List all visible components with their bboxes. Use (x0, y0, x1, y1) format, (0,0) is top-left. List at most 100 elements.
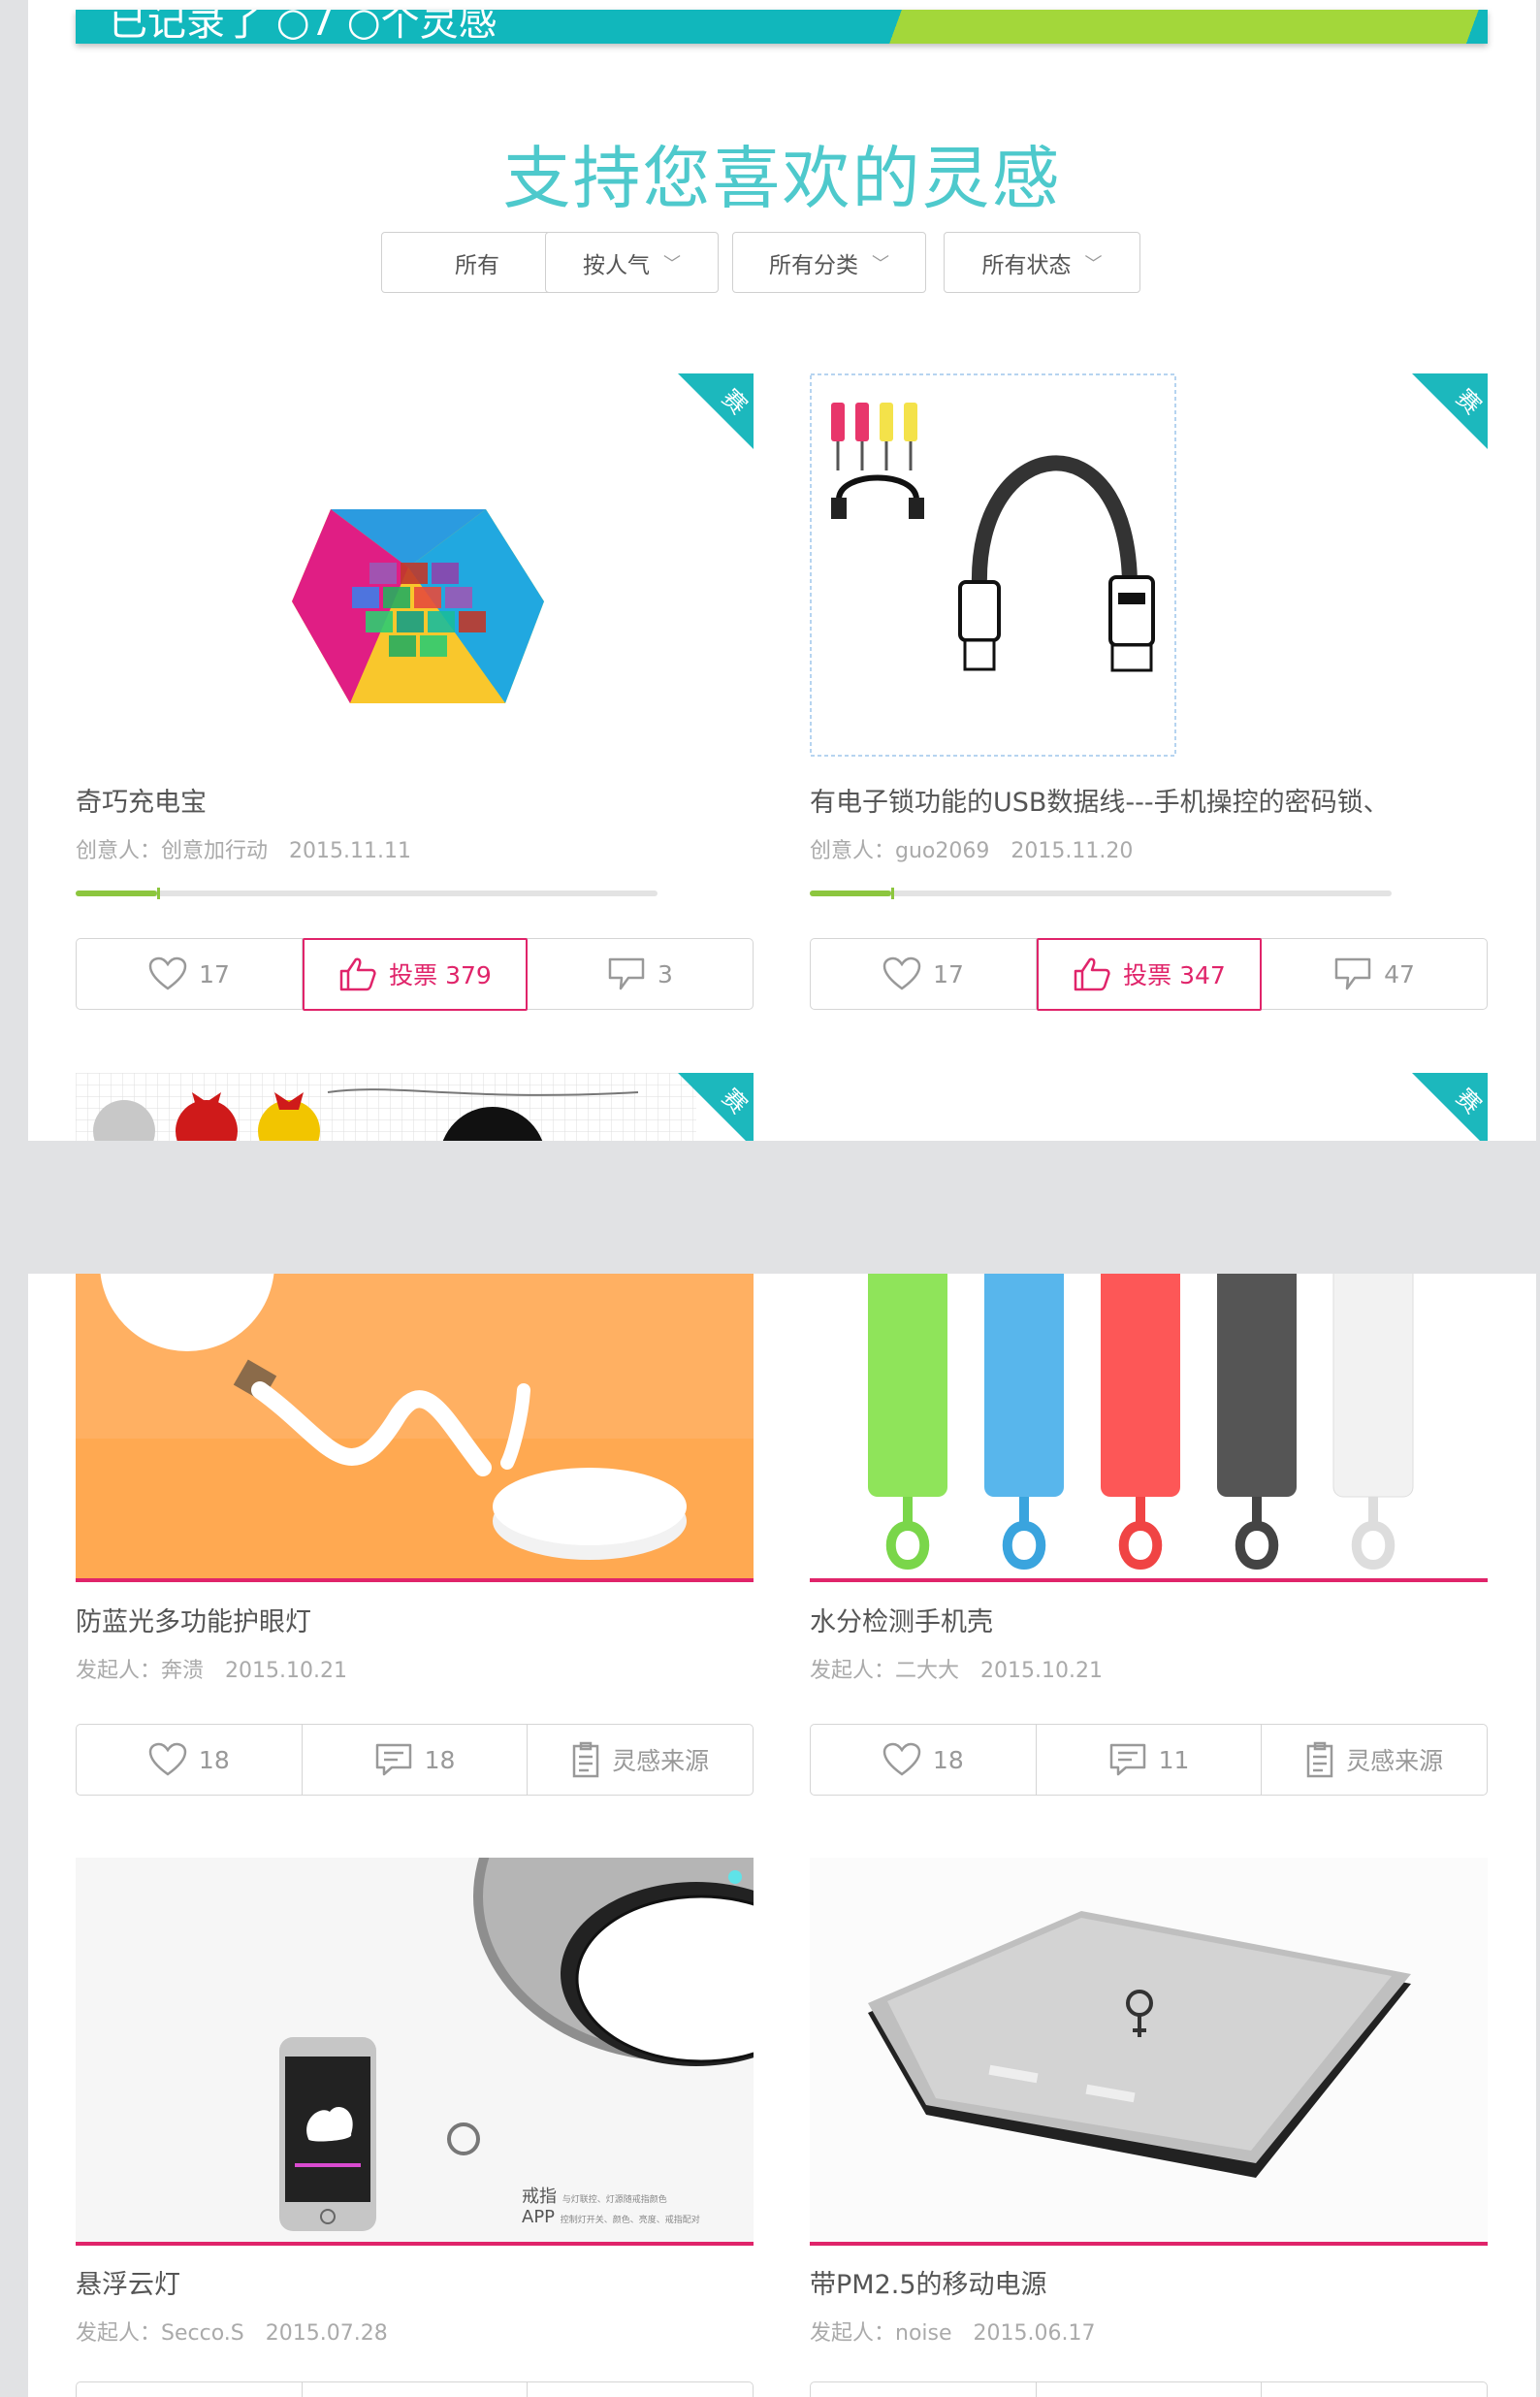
product-image[interactable]: 赛 (810, 1073, 1488, 1141)
card-title[interactable]: 水分检测手机壳 (810, 1601, 993, 1638)
card-title[interactable]: 奇巧充电宝 (76, 781, 207, 819)
clipboard-icon (1306, 1741, 1333, 1778)
badge-label: 赛 (1450, 383, 1487, 420)
pm25-powerbank-illustration (810, 1858, 1488, 2246)
filter-label: 所有 (455, 252, 499, 278)
card-divider (76, 1578, 754, 1582)
card-meta: 发起人：Secco.S 2015.07.28 (76, 2321, 388, 2346)
comment-button[interactable]: 47 (1262, 939, 1487, 1009)
product-image[interactable]: 戒指 与灯联控、灯源随戒指颜色 APP 控制灯开关、颜色、亮度、戒指配对 (76, 1858, 754, 2246)
comment-button[interactable]: 18 (303, 1725, 529, 1795)
comment-count: 47 (1384, 959, 1415, 988)
eye-lamp-illustration (76, 1274, 754, 1582)
card-action-bar: 17 投票 379 3 (76, 937, 754, 1011)
card-meta: 创意人：创意加行动 2015.11.11 (76, 839, 411, 863)
phone-cases-illustration (868, 1274, 1414, 1571)
card-meta: 发起人：二大大 2015.10.21 (810, 1659, 1103, 1683)
thumbs-up-icon (1074, 957, 1110, 991)
vote-button[interactable]: 投票 379 (303, 937, 528, 1011)
filter-popularity-dropdown[interactable]: 按人气 ﹀ (545, 232, 719, 293)
progress-knob (891, 888, 894, 899)
vote-label: 投票 379 (389, 961, 492, 989)
comment-icon (1109, 1743, 1145, 1776)
card-title[interactable]: 带PM2.5的移动电源 (810, 2263, 1047, 2301)
filter-status-dropdown[interactable]: 所有状态 ﹀ (944, 232, 1140, 293)
product-image[interactable]: 赛 (76, 373, 754, 757)
like-count: 18 (198, 1745, 230, 1774)
card-action-bar (76, 2381, 754, 2397)
idea-list-panel: 防蓝光多功能护眼灯 发起人：奔溃 2015.10.21 18 18 灵感来源 水… (28, 1274, 1536, 2397)
comment-count: 11 (1158, 1745, 1190, 1774)
badge-label: 赛 (716, 1083, 753, 1119)
usb-cable-illustration (810, 373, 1176, 757)
comment-count: 3 (658, 959, 673, 988)
product-image[interactable] (76, 1274, 754, 1582)
product-image[interactable]: 赛 (76, 1073, 754, 1141)
card-meta: 发起人：奔溃 2015.10.21 (76, 1659, 347, 1683)
source-button[interactable] (1262, 2382, 1487, 2397)
heart-icon (148, 956, 187, 990)
ring-caption-line1: 戒指 与灯联控、灯源随戒指颜色 (522, 2186, 667, 2207)
source-button[interactable]: 灵感来源 (1262, 1725, 1487, 1795)
badge-label: 赛 (716, 383, 753, 420)
comment-button[interactable]: 3 (528, 939, 753, 1009)
progress-knob (157, 888, 160, 899)
card-meta: 发起人：noise 2015.06.17 (810, 2321, 1096, 2346)
chevron-down-icon: ﹀ (663, 253, 681, 275)
card-divider (810, 1578, 1488, 1582)
card-divider (810, 2242, 1488, 2246)
contest-badge: 赛 (678, 1073, 754, 1141)
comment-count: 18 (424, 1745, 456, 1774)
like-button[interactable] (811, 2382, 1037, 2397)
like-count: 18 (932, 1745, 964, 1774)
source-label: 灵感来源 (612, 1747, 710, 1775)
ring-caption-line2: APP 控制灯开关、颜色、亮度、戒指配对 (522, 2207, 700, 2227)
bells-illustration (76, 1073, 696, 1141)
like-button[interactable] (77, 2382, 303, 2397)
filter-label: 按人气 (583, 252, 650, 278)
badge-label: 赛 (1450, 1083, 1487, 1119)
heart-icon (882, 956, 921, 990)
card-title[interactable]: 悬浮云灯 (76, 2263, 180, 2301)
vote-button[interactable]: 投票 347 (1037, 937, 1262, 1011)
product-image[interactable]: 赛 (810, 373, 1488, 757)
contest-badge: 赛 (678, 373, 754, 449)
card-meta: 创意人：guo2069 2015.11.20 (810, 839, 1134, 863)
vote-label: 投票 347 (1123, 961, 1226, 989)
chevron-down-icon: ﹀ (872, 253, 889, 275)
card-action-bar: 17 投票 347 47 (810, 937, 1488, 1011)
like-button[interactable]: 17 (811, 939, 1037, 1009)
comment-button[interactable] (1037, 2382, 1263, 2397)
record-count-banner: 已记录了 ○7 ○个灵感 (76, 10, 1488, 44)
rubik-powerbank-illustration (292, 509, 544, 703)
vote-progress-bar (810, 888, 1392, 899)
progress-fill (76, 891, 157, 896)
card-title[interactable]: 防蓝光多功能护眼灯 (76, 1601, 311, 1638)
filter-category-dropdown[interactable]: 所有分类 ﹀ (732, 232, 926, 293)
comment-button[interactable] (303, 2382, 529, 2397)
product-image[interactable] (810, 1858, 1488, 2246)
thumbs-up-icon (339, 957, 376, 991)
card-title[interactable]: 有电子锁功能的USB数据线---手机操控的密码锁、 (810, 781, 1390, 819)
chevron-down-icon: ﹀ (1084, 253, 1103, 275)
like-button[interactable]: 17 (77, 939, 303, 1009)
vote-progress-bar (76, 888, 658, 899)
card-action-bar (810, 2381, 1488, 2397)
dislike-comment-icon (608, 957, 645, 990)
like-button[interactable]: 18 (77, 1725, 303, 1795)
card-divider (76, 2242, 754, 2246)
like-button[interactable]: 18 (811, 1725, 1037, 1795)
clipboard-icon (572, 1741, 599, 1778)
product-image[interactable] (810, 1274, 1488, 1582)
inspiration-list-panel: 已记录了 ○7 ○个灵感 支持您喜欢的灵感 所有 按人气 ﹀ 所有分类 ﹀ 所有… (28, 0, 1536, 1141)
source-label: 灵感来源 (1346, 1747, 1444, 1775)
source-button[interactable] (528, 2382, 753, 2397)
heart-icon (148, 1742, 187, 1776)
card-action-bar: 18 11 灵感来源 (810, 1724, 1488, 1796)
dislike-comment-icon (1334, 957, 1371, 990)
heart-icon (882, 1742, 921, 1776)
like-count: 17 (933, 959, 964, 988)
comment-button[interactable]: 11 (1037, 1725, 1263, 1795)
card-action-bar: 18 18 灵感来源 (76, 1724, 754, 1796)
source-button[interactable]: 灵感来源 (528, 1725, 753, 1795)
